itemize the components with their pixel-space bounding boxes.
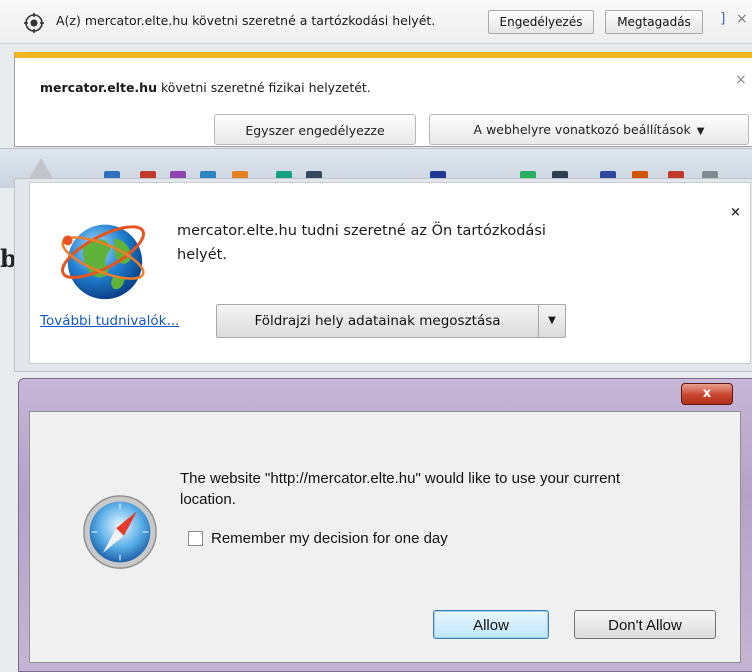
chrome-bar-content: mercator.elte.hu tudni szeretné az Ön ta… [29,182,751,364]
remember-decision-option: Remember my decision for one day [188,530,448,547]
triangle-down-icon: ▼ [548,315,556,326]
dialog-body: The website "http://mercator.elte.hu" wo… [29,411,741,663]
remember-decision-checkbox[interactable] [188,531,203,546]
ie-geolocation-bar: A(z) mercator.elte.hu követni szeretné a… [0,0,752,44]
firefox-allow-once-button[interactable]: Egyszer engedélyezze [214,114,416,145]
safari-dialog-message: The website "http://mercator.elte.hu" wo… [180,470,621,508]
globe-icon [61,224,145,300]
firefox-bar-message: mercator.elte.hu követni szeretné fizika… [40,80,371,95]
share-options-dropdown[interactable]: ▼ [539,305,565,337]
ie-deny-button[interactable]: Megtagadás [605,10,703,34]
location-target-icon [24,13,44,33]
firefox-bar-site: mercator.elte.hu [40,80,157,95]
chrome-close-icon[interactable]: × [730,205,741,220]
ie-close-icon[interactable]: × [736,11,748,27]
ie-more-options-icon[interactable]: ] [720,11,725,27]
firefox-geolocation-bar: mercator.elte.hu követni szeretné fizika… [14,52,752,147]
firefox-settings-label: A webhelyre vonatkozó beállítások [473,122,691,137]
infobar-pointer [28,158,54,180]
dialog-close-button[interactable]: x [681,383,733,405]
learn-more-link[interactable]: További tudnivalók... [40,313,179,329]
dont-allow-button[interactable]: Don't Allow [574,610,716,639]
safari-compass-icon [83,495,157,569]
chevron-down-icon: ▼ [696,126,705,137]
firefox-bar-text: követni szeretné fizikai helyzetét. [156,80,371,95]
firefox-site-settings-button[interactable]: A webhelyre vonatkozó beállítások ▼ [429,114,749,145]
share-location-button[interactable]: Földrajzi hely adatainak megosztása [217,305,539,337]
allow-button[interactable]: Allow [433,610,549,639]
safari-location-dialog: x The website "http://mercator.elte.hu" [18,378,752,672]
chrome-bar-message: mercator.elte.hu tudni szeretné az Ön ta… [177,223,546,263]
ie-allow-button[interactable]: Engedélyezés [488,10,594,34]
remember-decision-label: Remember my decision for one day [211,530,448,547]
firefox-close-icon[interactable]: × [735,72,747,88]
chrome-geolocation-bar: mercator.elte.hu tudni szeretné az Ön ta… [14,178,752,372]
share-location-split-button: Földrajzi hely adatainak megosztása ▼ [216,304,566,338]
ie-bar-message: A(z) mercator.elte.hu követni szeretné a… [56,13,436,28]
